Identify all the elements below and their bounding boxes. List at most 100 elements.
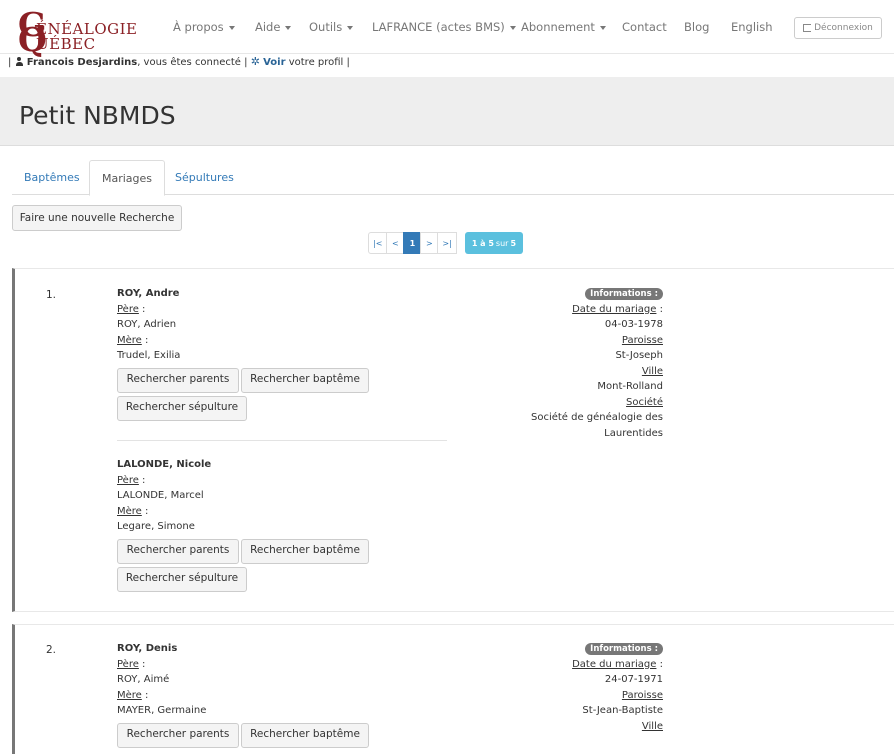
search-baptism-button[interactable]: Rechercher baptême (241, 722, 369, 748)
mother-label-row: Mère : (117, 504, 447, 520)
nav-label: LAFRANCE (actes BMS) (372, 20, 505, 34)
mother-name: Trudel, Exilia (117, 350, 181, 361)
nav-outils[interactable]: Outils (309, 20, 354, 34)
date-label-row: Date du mariage : (435, 302, 663, 318)
results-sur: sur (495, 238, 509, 248)
mother-label-row: Mère : (117, 688, 447, 704)
page-last-button[interactable]: >| (437, 232, 457, 254)
caret-down-icon (347, 25, 354, 30)
search-baptism-button[interactable]: Rechercher baptême (241, 538, 369, 564)
marriage-date-label: Date du mariage (572, 303, 657, 315)
spouse-block: ROY, Denis Père : ROY, Aimé Mère : MAYER… (117, 641, 447, 749)
nav-label: Aide (255, 20, 281, 34)
page-title: Petit NBMDS (19, 101, 176, 130)
mother-label: Mère (117, 505, 142, 517)
nav-label: Abonnement (521, 20, 595, 34)
tab-baptemes[interactable]: Baptêmes (12, 160, 92, 195)
pagination: |< < 1 > >| 1 à 5 sur 5 (368, 232, 524, 254)
spouse-block: LALONDE, Nicole Père : LALONDE, Marcel M… (117, 457, 447, 593)
city-label: Ville (641, 720, 663, 732)
spouse-name: LALONDE, Nicole (117, 459, 212, 470)
father-name: ROY, Aimé (117, 674, 170, 685)
colon: : (656, 658, 663, 670)
search-parents-button[interactable]: Rechercher parents (117, 367, 239, 393)
page-current-button[interactable]: 1 (403, 232, 422, 254)
colon: : (141, 689, 149, 701)
mother-label: Mère (117, 334, 142, 346)
page-first-button[interactable]: |< (368, 232, 388, 254)
brand-line2: UÉBEC (36, 35, 96, 53)
father-label-row: Père : (117, 302, 447, 318)
marriage-date: 04-03-1978 (604, 319, 663, 330)
marriage-date-label: Date du mariage (572, 658, 657, 670)
spouse-block: ROY, Andre Père : ROY, Adrien Mère : Tru… (117, 286, 447, 422)
city-label: Ville (641, 365, 663, 377)
society-label: Société (626, 396, 663, 408)
search-baptism-button[interactable]: Rechercher baptême (241, 367, 369, 393)
view-profile-link[interactable]: Voir (263, 57, 285, 68)
connected-text: , vous êtes connecté | (137, 57, 248, 68)
nav-aide[interactable]: Aide (255, 20, 292, 34)
search-burial-button[interactable]: Rechercher sépulture (117, 566, 247, 592)
spouse-name: ROY, Andre (117, 288, 180, 299)
society-name-line1: Société de généalogie des (530, 412, 663, 423)
colon: : (138, 474, 146, 486)
top-navbar: G ÉNÉALOGIE Q UÉBEC À propos Aide Outils… (0, 0, 894, 56)
page-header: Petit NBMDS (0, 77, 894, 146)
parish-label: Paroisse (621, 689, 663, 701)
parish-name: St-Joseph (615, 350, 663, 361)
marriage-record: 1. ROY, Andre Père : ROY, Adrien Mère : … (12, 268, 894, 612)
tab-mariages[interactable]: Mariages (89, 160, 166, 196)
marriage-record: 2. ROY, Denis Père : ROY, Aimé Mère : MA… (12, 624, 894, 754)
father-name: LALONDE, Marcel (117, 490, 204, 501)
spouse-name: ROY, Denis (117, 643, 178, 654)
user-icon (15, 57, 24, 66)
date-label-row: Date du mariage : (435, 657, 663, 673)
info-badge: Informations : (585, 288, 663, 300)
page-next-button[interactable]: > (420, 232, 439, 254)
nav-english[interactable]: English (731, 20, 773, 34)
search-parents-button[interactable]: Rechercher parents (117, 722, 239, 748)
results-range: 1 à 5 (471, 238, 494, 248)
page-prev-button[interactable]: < (386, 232, 405, 254)
caret-down-icon (599, 25, 606, 30)
marriage-info: Informations : Date du mariage : 04-03-1… (435, 286, 663, 441)
mother-label: Mère (117, 689, 142, 701)
colon: : (138, 658, 146, 670)
father-name: ROY, Adrien (117, 319, 177, 330)
father-label: Père (117, 303, 139, 315)
results-count-badge: 1 à 5 sur 5 (464, 232, 524, 254)
caret-down-icon (228, 25, 235, 30)
button-row: Rechercher parents Rechercher baptême (117, 367, 447, 394)
nav-a-propos[interactable]: À propos (173, 20, 235, 34)
nav-abonnement[interactable]: Abonnement (521, 20, 606, 34)
button-row: Rechercher sépulture (117, 566, 447, 593)
search-parents-button[interactable]: Rechercher parents (117, 538, 239, 564)
parish-label: Paroisse (621, 334, 663, 346)
logout-button[interactable]: Déconnexion (794, 17, 882, 39)
nav-blog[interactable]: Blog (684, 20, 709, 34)
nav-contact[interactable]: Contact (622, 20, 667, 34)
mother-label-row: Mère : (117, 333, 447, 349)
profile-text: votre profil | (288, 57, 350, 68)
city-name: Mont-Rolland (597, 381, 663, 392)
father-label-row: Père : (117, 473, 447, 489)
caret-down-icon (509, 25, 516, 30)
marriage-info: Informations : Date du mariage : 24-07-1… (435, 641, 663, 734)
nav-label: Outils (309, 20, 343, 34)
colon: : (656, 303, 663, 315)
record-number: 2. (46, 644, 57, 656)
nav-label: À propos (173, 20, 224, 34)
brand-logo[interactable]: G ÉNÉALOGIE Q UÉBEC (18, 8, 148, 56)
user-status-bar: | Francois Desjardins, vous êtes connect… (8, 55, 350, 68)
mother-name: Legare, Simone (117, 521, 195, 532)
colon: : (141, 505, 149, 517)
button-row: Rechercher parents Rechercher baptême (117, 722, 447, 749)
nav-lafrance[interactable]: LAFRANCE (actes BMS) (372, 20, 516, 34)
search-burial-button[interactable]: Rechercher sépulture (117, 395, 247, 421)
tab-sepultures[interactable]: Sépultures (163, 160, 246, 195)
record-number: 1. (46, 289, 57, 301)
new-search-button[interactable]: Faire une nouvelle Recherche (12, 205, 182, 231)
info-badge: Informations : (585, 643, 663, 655)
separator: | (8, 57, 12, 68)
